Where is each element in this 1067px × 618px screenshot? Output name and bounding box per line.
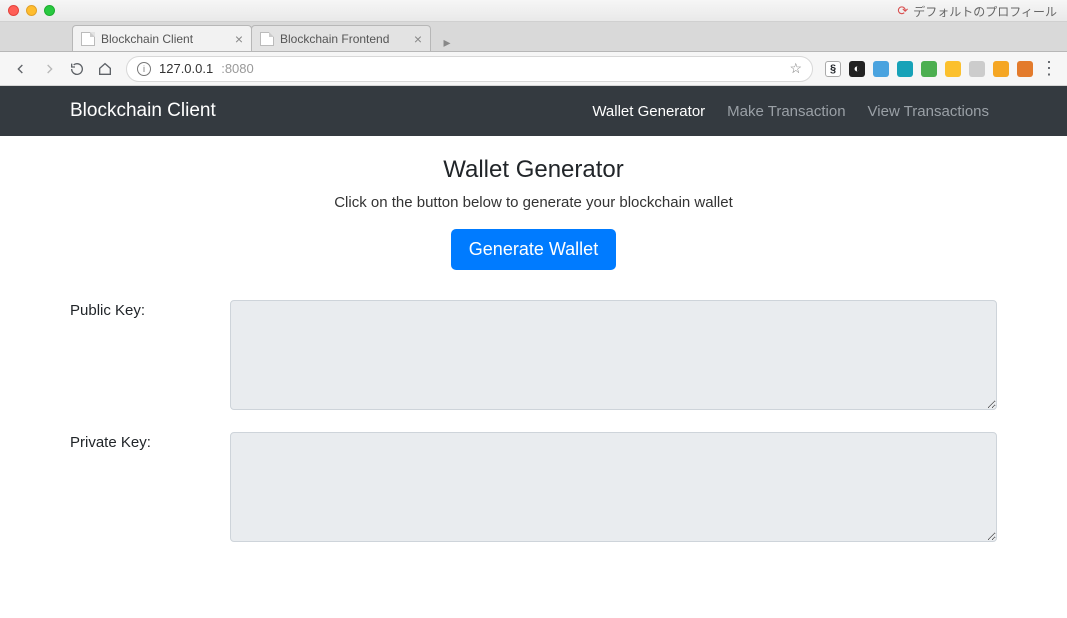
private-key-label: Private Key: [70,432,230,451]
page-icon [81,32,95,46]
navbar-links: Wallet Generator Make Transaction View T… [592,103,989,120]
nav-link-make-transaction[interactable]: Make Transaction [727,103,845,120]
nav-link-wallet-generator[interactable]: Wallet Generator [592,103,705,120]
browser-tabstrip: Blockchain Client × Blockchain Frontend … [0,22,1067,52]
browser-tab-active[interactable]: Blockchain Client × [72,25,252,51]
back-button[interactable] [8,56,34,82]
extension-icon[interactable] [969,61,985,77]
profile-label-text: デフォルトのプロフィール [913,3,1057,20]
private-key-row: Private Key: [70,432,997,542]
app-navbar: Blockchain Client Wallet Generator Make … [0,86,1067,136]
nav-link-view-transactions[interactable]: View Transactions [868,103,989,120]
close-icon[interactable]: × [414,31,422,47]
page-content: Wallet Generator Click on the button bel… [0,136,1067,542]
extension-icon[interactable] [873,61,889,77]
public-key-label: Public Key: [70,300,230,319]
profile-indicator[interactable]: ⟳ デフォルトのプロフィール [897,0,1057,22]
arrow-right-icon [41,61,57,77]
close-icon[interactable]: × [235,31,243,47]
url-port: :8080 [221,61,254,76]
arrow-left-icon [13,61,29,77]
bookmark-star-icon[interactable]: ☆ [789,60,802,77]
window-zoom-button[interactable] [44,5,55,16]
macos-titlebar: ⟳ デフォルトのプロフィール [0,0,1067,22]
sync-icon: ⟳ [897,3,908,19]
extension-icon[interactable] [921,61,937,77]
extension-icon[interactable]: ◐ [849,61,865,77]
page-heading: Wallet Generator [70,156,997,184]
url-host: 127.0.0.1 [159,61,213,76]
window-close-button[interactable] [8,5,19,16]
extension-icon[interactable] [993,61,1009,77]
browser-toolbar: i 127.0.0.1 :8080 ☆ § ◐ ⋮ [0,52,1067,86]
public-key-textarea[interactable] [230,300,997,410]
page-subtext: Click on the button below to generate yo… [70,194,997,211]
home-button[interactable] [92,56,118,82]
generate-wallet-button[interactable]: Generate Wallet [451,229,616,270]
extension-icon[interactable]: § [825,61,841,77]
reload-button[interactable] [64,56,90,82]
browser-menu-button[interactable]: ⋮ [1039,58,1059,79]
extension-icon[interactable] [945,61,961,77]
window-controls [8,5,55,16]
tab-title: Blockchain Frontend [280,32,408,46]
private-key-textarea[interactable] [230,432,997,542]
window-minimize-button[interactable] [26,5,37,16]
public-key-row: Public Key: [70,300,997,410]
site-info-icon[interactable]: i [137,62,151,76]
home-icon [97,61,113,77]
browser-tab[interactable]: Blockchain Frontend × [251,25,431,51]
extension-icon[interactable] [1017,61,1033,77]
forward-button[interactable] [36,56,62,82]
reload-icon [69,61,85,77]
new-tab-button[interactable]: ▸ [436,33,458,51]
page-icon [260,32,274,46]
extensions-row: § ◐ [821,61,1037,77]
tab-title: Blockchain Client [101,32,229,46]
navbar-brand[interactable]: Blockchain Client [70,100,216,122]
extension-icon[interactable] [897,61,913,77]
address-bar[interactable]: i 127.0.0.1 :8080 ☆ [126,56,813,82]
